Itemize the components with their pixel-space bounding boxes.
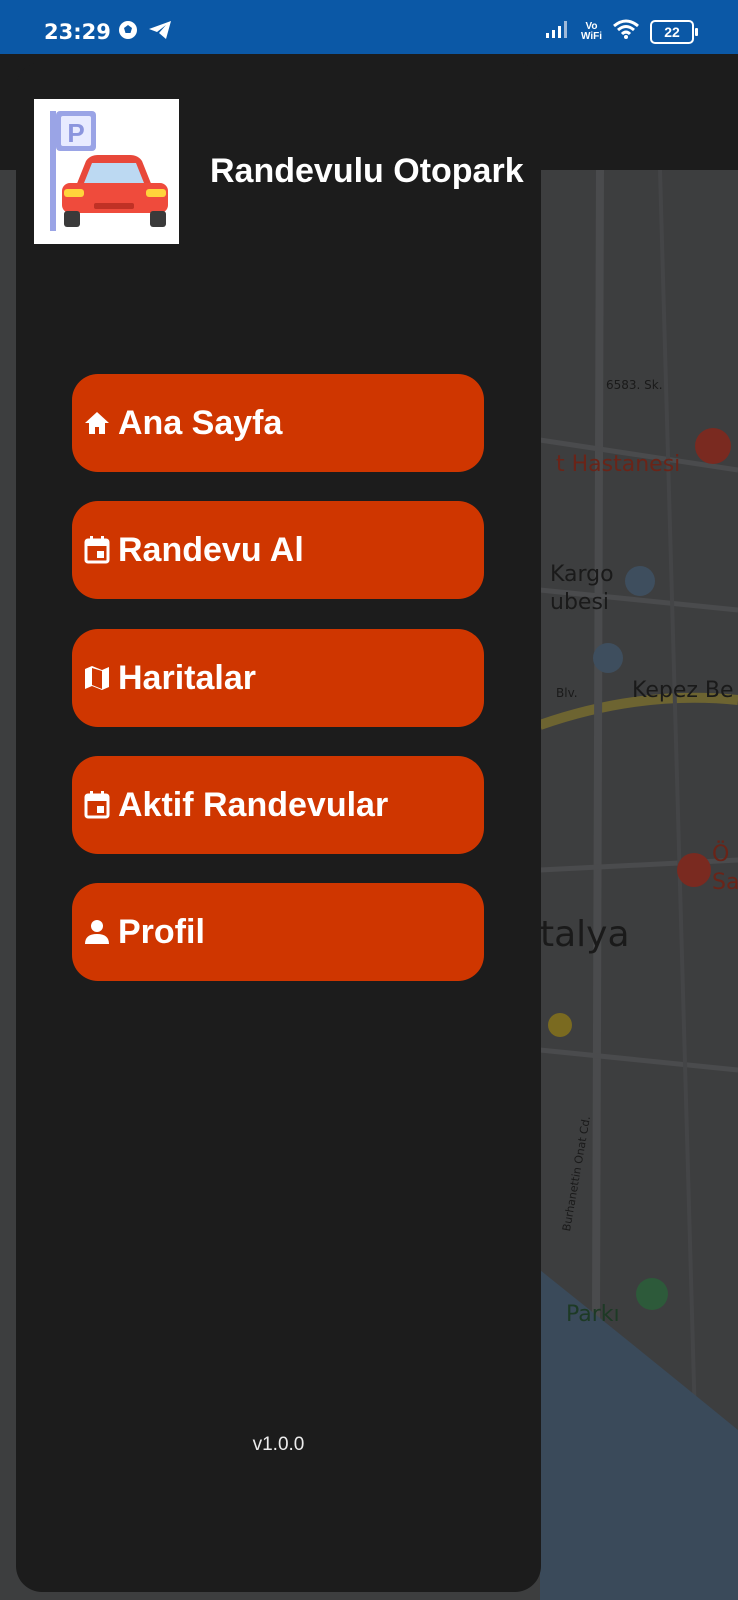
telegram-icon (148, 20, 172, 45)
menu-item-label: Randevu Al (118, 530, 304, 569)
vowifi-line2: WiFi (580, 30, 602, 42)
map-label-street: 6583. Sk. (606, 378, 663, 392)
notification-icons (118, 20, 172, 45)
menu-item-maps[interactable]: Haritalar (72, 629, 484, 727)
menu-item-label: Haritalar (118, 658, 256, 697)
menu-item-home[interactable]: Ana Sayfa (72, 374, 484, 472)
calendar-icon (82, 790, 112, 820)
app-logo: P (34, 99, 179, 244)
menu-item-make-appointment[interactable]: Randevu Al (72, 501, 484, 599)
navigation-drawer: P Randevulu Otopark Ana Sayfa Randevu Al… (16, 62, 541, 1592)
app-version: v1.0.0 (252, 1434, 305, 1455)
menu-item-label: Ana Sayfa (118, 403, 283, 442)
map-label-blv: Blv. (556, 686, 578, 700)
menu-item-label: Aktif Randevular (118, 785, 389, 824)
map-label-kepez: Kepez Be (632, 678, 734, 703)
status-time: 23:29 (44, 20, 111, 44)
menu-item-label: Profil (118, 912, 205, 951)
calendar-icon (82, 535, 112, 565)
map-label-kargo: Kargo (550, 562, 614, 587)
status-right: Vo WiFi 22 (545, 18, 698, 45)
map-icon (82, 663, 112, 693)
parking-car-logo-icon: P (50, 111, 168, 231)
battery-level: 22 (650, 19, 694, 44)
vowifi-label: Vo WiFi (580, 21, 602, 42)
map-label-hospital: t Hastanesi (556, 452, 681, 477)
map-label-o: Ö (712, 842, 730, 867)
svg-text:P: P (67, 118, 84, 148)
map-label-subesi: ubesi (550, 590, 610, 615)
home-icon (82, 408, 112, 438)
map-label-city: talya (540, 914, 630, 955)
status-bar: 23:29 Vo WiFi 22 (0, 0, 738, 54)
battery-tip (695, 27, 698, 36)
map-label-sa: Sa (712, 870, 738, 895)
map-label-park: Parkı (566, 1302, 620, 1327)
football-icon (118, 20, 138, 45)
menu-item-active-appointments[interactable]: Aktif Randevular (72, 756, 484, 854)
menu-item-profile[interactable]: Profil (72, 883, 484, 981)
signal-icon (545, 19, 571, 44)
drawer-app-title: Randevulu Otopark (210, 152, 524, 190)
person-icon (82, 917, 112, 947)
wifi-icon (612, 18, 640, 45)
battery-indicator: 22 (650, 19, 698, 44)
